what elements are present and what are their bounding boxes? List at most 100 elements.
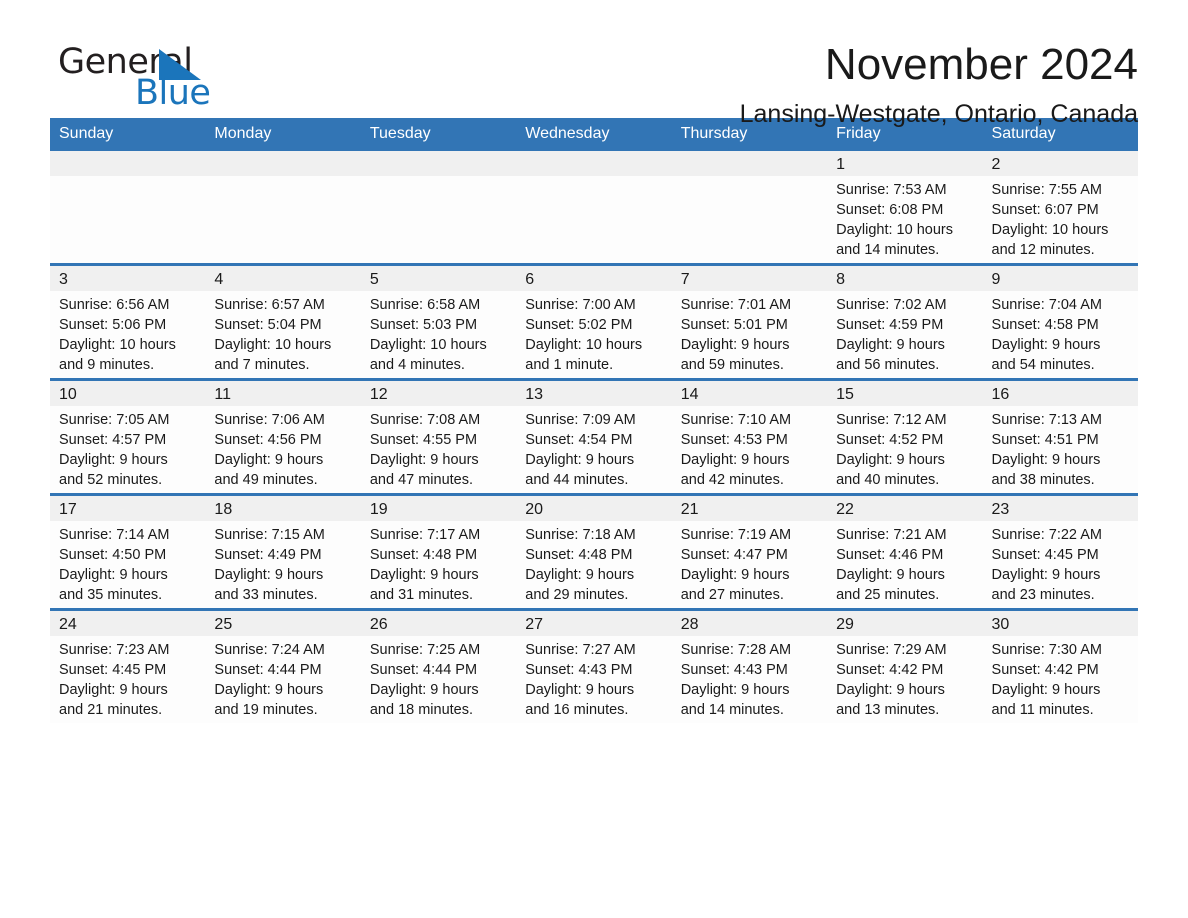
sunset-text: Sunset: 4:43 PM [525, 662, 633, 678]
day-cell-inner: 27 Sunrise: 7:27 AM Sunset: 4:43 PM Dayligh… [516, 611, 672, 723]
day-cell-inner: 23 Sunrise: 7:22 AM Sunset: 4:45 PM Dayligh… [982, 496, 1138, 608]
sunrise-text: Sunrise: 7:15 AM [214, 527, 325, 543]
day-details: Sunrise: 7:10 AM Sunset: 4:53 PM Daylight:… [672, 406, 827, 490]
sunset-text: Sunset: 4:49 PM [214, 547, 322, 563]
day-cell-inner: 2 Sunrise: 7:55 AM Sunset: 6:07 PM Daylight… [982, 151, 1138, 263]
day-cell-inner: 24 Sunrise: 7:23 AM Sunset: 4:45 PM Dayligh… [50, 611, 206, 723]
day-details: Sunrise: 7:00 AM Sunset: 5:02 PM Daylight:… [516, 291, 671, 375]
location-subtitle: Lansing-Westgate, Ontario, Canada [739, 100, 1138, 128]
sunset-text: Sunset: 6:07 PM [991, 202, 1099, 218]
day-cell-inner: 6 Sunrise: 7:00 AM Sunset: 5:02 PM Daylight… [516, 266, 672, 378]
daylight-text-line1: Daylight: 9 hours [214, 452, 324, 468]
sunrise-text: Sunrise: 7:04 AM [991, 297, 1102, 313]
day-cell-inner: 18 Sunrise: 7:15 AM Sunset: 4:49 PM Dayligh… [205, 496, 361, 608]
sunset-text: Sunset: 4:48 PM [525, 547, 633, 563]
day-number: 9 [982, 266, 1138, 291]
sunset-text: Sunset: 4:45 PM [991, 547, 1099, 563]
day-cell-inner: 19 Sunrise: 7:17 AM Sunset: 4:48 PM Dayligh… [360, 496, 517, 608]
daylight-text-line2: and 9 minutes. [59, 357, 155, 373]
calendar-day-cell: 28 Sunrise: 7:28 AM Sunset: 4:43 PM Dayligh… [671, 608, 828, 723]
calendar-day-cell: 10 Sunrise: 7:05 AM Sunset: 4:57 PM Dayligh… [50, 378, 206, 495]
day-details: Sunrise: 7:04 AM Sunset: 4:58 PM Daylight:… [983, 291, 1138, 375]
day-details: Sunrise: 7:24 AM Sunset: 4:44 PM Daylight:… [205, 636, 360, 720]
day-cell-inner: 29 Sunrise: 7:29 AM Sunset: 4:42 PM Dayligh… [827, 611, 983, 723]
day-cell-inner: 28 Sunrise: 7:28 AM Sunset: 4:43 PM Dayligh… [671, 611, 828, 723]
calendar-day-cell: 3 Sunrise: 6:56 AM Sunset: 5:06 PM Daylight… [50, 263, 206, 380]
sunrise-text: Sunrise: 6:58 AM [369, 297, 481, 313]
day-number: 21 [671, 496, 828, 521]
sunrise-text: Sunrise: 7:23 AM [59, 642, 170, 658]
calendar-day-cell-empty [205, 151, 361, 265]
sunrise-text: Sunrise: 7:10 AM [680, 412, 792, 428]
daylight-text-line1: Daylight: 9 hours [525, 682, 635, 698]
sunrise-text: Sunrise: 7:53 AM [836, 182, 947, 198]
day-details: Sunrise: 7:14 AM Sunset: 4:50 PM Daylight:… [50, 521, 205, 605]
calendar-day-cell: 24 Sunrise: 7:23 AM Sunset: 4:45 PM Dayligh… [50, 608, 206, 723]
day-cell-inner: 20 Sunrise: 7:18 AM Sunset: 4:48 PM Dayligh… [516, 496, 672, 608]
sunset-text: Sunset: 4:52 PM [836, 432, 944, 448]
day-details: Sunrise: 7:27 AM Sunset: 4:43 PM Daylight:… [516, 636, 671, 720]
day-details: Sunrise: 7:29 AM Sunset: 4:42 PM Daylight:… [827, 636, 982, 720]
daylight-text-line2: and 44 minutes. [525, 472, 629, 488]
day-cell-inner: 15 Sunrise: 7:12 AM Sunset: 4:52 PM Dayligh… [827, 381, 983, 493]
calendar-day-cell-empty [360, 151, 517, 265]
daylight-text-line2: and 49 minutes. [214, 472, 318, 488]
calendar-day-cell: 12 Sunrise: 7:08 AM Sunset: 4:55 PM Dayligh… [360, 378, 517, 495]
day-number: 23 [982, 496, 1138, 521]
day-cell-inner: 25 Sunrise: 7:24 AM Sunset: 4:44 PM Dayligh… [205, 611, 361, 723]
day-details: Sunrise: 7:55 AM Sunset: 6:07 PM Daylight:… [983, 176, 1138, 260]
daylight-text-line1: Daylight: 9 hours [991, 567, 1101, 583]
daylight-text-line1: Daylight: 9 hours [59, 452, 168, 468]
day-number: 29 [827, 611, 983, 636]
day-cell-inner: 17 Sunrise: 7:14 AM Sunset: 4:50 PM Dayligh… [50, 496, 206, 608]
calendar-day-cell: 27 Sunrise: 7:27 AM Sunset: 4:43 PM Dayligh… [516, 608, 672, 723]
sunset-text: Sunset: 4:51 PM [991, 432, 1099, 448]
calendar-day-cell: 30 Sunrise: 7:30 AM Sunset: 4:42 PM Dayligh… [982, 608, 1138, 723]
calendar-day-cell: 20 Sunrise: 7:18 AM Sunset: 4:48 PM Dayligh… [516, 493, 672, 610]
day-number: 30 [982, 611, 1138, 636]
page-header: General Blue November 2024 Lansing-Westg… [50, 0, 1138, 128]
day-details: Sunrise: 7:18 AM Sunset: 4:48 PM Daylight:… [516, 521, 671, 605]
day-details: Sunrise: 7:19 AM Sunset: 4:47 PM Daylight:… [672, 521, 827, 605]
sunset-text: Sunset: 4:44 PM [214, 662, 322, 678]
day-number: 8 [827, 266, 983, 291]
day-number: 18 [205, 496, 361, 521]
day-number: 26 [360, 611, 517, 636]
day-number: 13 [516, 381, 672, 406]
sunset-text: Sunset: 4:45 PM [59, 662, 167, 678]
daylight-text-line2: and 19 minutes. [214, 702, 318, 718]
daylight-text-line1: Daylight: 10 hours [59, 337, 176, 353]
day-cell-inner: 16 Sunrise: 7:13 AM Sunset: 4:51 PM Dayligh… [982, 381, 1138, 493]
day-cell-inner: 21 Sunrise: 7:19 AM Sunset: 4:47 PM Dayligh… [671, 496, 828, 608]
day-details: Sunrise: 7:02 AM Sunset: 4:59 PM Daylight:… [827, 291, 982, 375]
daylight-text-line1: Daylight: 9 hours [214, 567, 324, 583]
daylight-text-line1: Daylight: 9 hours [836, 567, 945, 583]
page-title: November 2024 [824, 40, 1138, 89]
sunset-text: Sunset: 5:02 PM [525, 317, 633, 333]
sunset-text: Sunset: 6:08 PM [836, 202, 944, 218]
sunset-text: Sunset: 4:57 PM [59, 432, 167, 448]
day-cell-inner [205, 151, 361, 263]
calendar-week-row: 1 Sunrise: 7:53 AM Sunset: 6:08 PM Daylight… [50, 151, 1138, 265]
daylight-text-line2: and 38 minutes. [991, 472, 1095, 488]
day-cell-inner: 5 Sunrise: 6:58 AM Sunset: 5:03 PM Daylight… [360, 266, 517, 378]
day-details: Sunrise: 7:09 AM Sunset: 4:54 PM Daylight:… [516, 406, 671, 490]
sunrise-text: Sunrise: 7:09 AM [525, 412, 636, 428]
calendar-page: General Blue November 2024 Lansing-Westg… [0, 0, 1188, 918]
daylight-text-line1: Daylight: 9 hours [836, 452, 945, 468]
sunset-text: Sunset: 4:42 PM [991, 662, 1099, 678]
daylight-text-line2: and 1 minute. [525, 357, 614, 373]
daylight-text-line2: and 18 minutes. [369, 702, 474, 718]
daylight-text-line2: and 31 minutes. [369, 587, 474, 603]
sunrise-text: Sunrise: 7:21 AM [836, 527, 947, 543]
daylight-text-line2: and 47 minutes. [369, 472, 474, 488]
sunset-text: Sunset: 5:03 PM [369, 317, 478, 333]
sunrise-text: Sunrise: 7:24 AM [214, 642, 325, 658]
day-number: 27 [516, 611, 672, 636]
daylight-text-line2: and 56 minutes. [836, 357, 940, 373]
sunrise-text: Sunrise: 7:06 AM [214, 412, 325, 428]
day-cell-inner [360, 151, 517, 263]
calendar-day-cell: 18 Sunrise: 7:15 AM Sunset: 4:49 PM Dayligh… [205, 493, 361, 610]
calendar-day-cell-empty [671, 151, 828, 265]
day-number: 19 [360, 496, 517, 521]
